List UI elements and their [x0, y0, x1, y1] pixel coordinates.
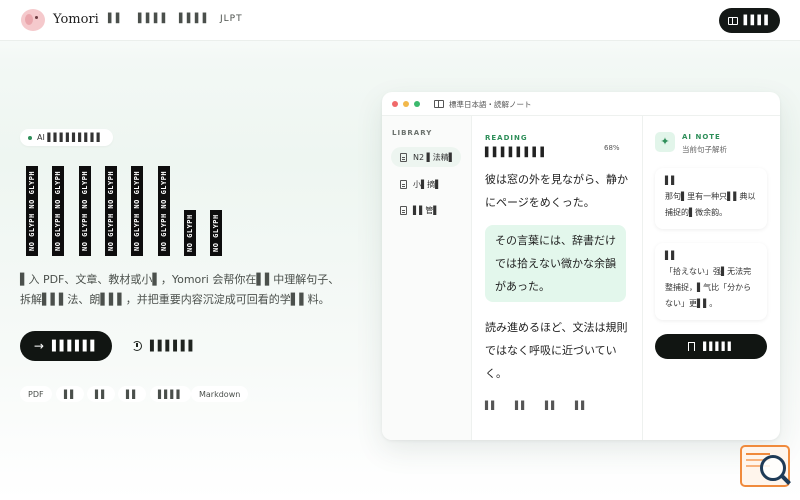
header-cta-label: ▌▌▌▌	[743, 15, 772, 26]
magnifier-icon	[760, 455, 786, 481]
note-card-body: 那句▌里有一种只▌▌典以捕捉的▌微余韵。	[665, 192, 756, 217]
save-note-button[interactable]: ▌▌▌▌▌	[655, 334, 767, 359]
headline-glyph: NO GLYPH NO GLYPH	[158, 166, 170, 256]
headline-glyph: NO GLYPH NO GLYPH	[52, 166, 64, 256]
hero-description: ▌入 PDF、文章、教材或小▌，Yomori 会帮你在▌▌中理解句子、 拆解▌▌…	[20, 270, 350, 310]
highlighted-paragraph[interactable]: その言葉には、辞書だけでは拾えない微かな余韻があった。	[485, 225, 626, 302]
book-icon	[727, 16, 738, 25]
note-card-body: 「拾えない」强▌无法完整捕捉，▌气比「分からない」更▌▌。	[665, 267, 752, 308]
reading-label: READING	[485, 134, 528, 142]
format-chip-markdown: Markdown	[191, 386, 249, 402]
elephant-logo-icon[interactable]	[21, 9, 45, 31]
ai-tag-label: AI ▌▌▌▌▌▌▌▌▌	[37, 133, 103, 142]
document-title: ▌▌▌▌▌▌▌▌	[485, 148, 549, 158]
document-icon	[400, 205, 407, 215]
format-chip: ▌▌▌▌	[150, 386, 191, 402]
headline-glyph: NO GLYPH	[184, 210, 196, 256]
ai-tag-pill: AI ▌▌▌▌▌▌▌▌▌	[20, 129, 113, 146]
arrow-right-icon: →	[33, 339, 44, 353]
headline-glyph: NO GLYPH NO GLYPH	[105, 166, 117, 256]
window-title: 標準日本語・読解ノート	[449, 100, 532, 109]
bookmark-icon	[688, 342, 696, 351]
document-icon	[400, 152, 407, 162]
secondary-cta-label: ▌▌▌▌▌▌	[150, 340, 197, 352]
nav-link-jlpt[interactable]: JLPT	[220, 14, 243, 24]
nav-link-3[interactable]: ▌▌▌▌	[179, 14, 211, 24]
reader-action-button[interactable]: ▌▌	[485, 401, 497, 410]
reader-action-button[interactable]: ▌▌	[545, 401, 557, 410]
sidebar-item-grammar[interactable]: N2 ▌法精▌	[391, 147, 461, 167]
top-nav: Yomori ▌▌ ▌▌▌▌ ▌▌▌▌ JLPT ▌▌▌▌	[0, 0, 800, 41]
app-preview-window: 標準日本語・読解ノート LIBRARY N2 ▌法精▌ 小▌摘▌ ▌▌管▌ RE…	[382, 92, 780, 440]
headline-glyph: NO GLYPH NO GLYPH	[26, 166, 38, 256]
nav-link-1[interactable]: ▌▌	[108, 14, 124, 24]
reading-paragraph[interactable]: 読み進めるほど、文法は規則ではなく呼吸に近づいていく。	[485, 316, 631, 385]
document-icon	[400, 179, 407, 189]
hero-description-line: 拆解▌▌▌法、朗▌▌▌，并把重要内容沉淀成可回看的学▌▌料。	[20, 293, 330, 306]
sidebar-item-label: 小▌摘▌	[413, 179, 442, 189]
sidebar-item-manage[interactable]: ▌▌管▌	[391, 200, 461, 220]
reading-progress: 68%	[604, 144, 620, 152]
hero-headline: NO GLYPH NO GLYPH NO GLYPH NO GLYPH NO G…	[26, 166, 236, 256]
book-icon	[434, 100, 444, 108]
library-sidebar: LIBRARY N2 ▌法精▌ 小▌摘▌ ▌▌管▌	[382, 116, 472, 440]
brand-name[interactable]: Yomori	[53, 12, 99, 27]
note-card-title: ▌▌	[665, 251, 678, 260]
ai-note-subtitle: 当前句子解析	[682, 145, 727, 154]
primary-cta-label: ▌▌▌▌▌▌	[51, 340, 99, 352]
minimize-dot-icon	[403, 101, 409, 107]
status-dot	[28, 135, 32, 140]
maximize-dot-icon	[414, 101, 420, 107]
hero-description-line: ▌入 PDF、文章、教材或小▌，Yomori 会帮你在▌▌中理解句子、	[20, 273, 340, 286]
sparkle-icon: ✦	[655, 132, 675, 152]
note-card: ▌▌ 「拾えない」强▌无法完整捕捉，▌气比「分からない」更▌▌。	[655, 243, 767, 320]
secondary-cta-button[interactable]: ▌▌▌▌▌▌	[132, 336, 196, 356]
reading-paragraph[interactable]: 彼は窓の外を見ながら、静かにページをめくった。	[485, 168, 631, 214]
format-chip: ▌▌	[118, 386, 147, 402]
window-titlebar: 標準日本語・読解ノート	[382, 92, 780, 116]
sidebar-item-excerpts[interactable]: 小▌摘▌	[391, 174, 461, 194]
note-card: ▌▌ 那句▌里有一种只▌▌典以捕捉的▌微余韵。	[655, 168, 767, 229]
headline-glyph: NO GLYPH NO GLYPH	[131, 166, 143, 256]
reader-pane: READING ▌▌▌▌▌▌▌▌ 68% 彼は窓の外を見ながら、静かにページをめ…	[472, 116, 642, 440]
format-chip-pdf: PDF	[20, 386, 52, 402]
ai-note-label: AI NOTE	[682, 133, 721, 141]
reader-action-button[interactable]: ▌▌	[515, 401, 527, 410]
sidebar-item-label: N2 ▌法精▌	[413, 152, 455, 162]
close-dot-icon	[392, 101, 398, 107]
headline-glyph: NO GLYPH NO GLYPH	[79, 166, 91, 256]
save-note-label: ▌▌▌▌▌	[703, 342, 734, 351]
reader-action-button[interactable]: ▌▌	[575, 401, 587, 410]
sidebar-item-label: ▌▌管▌	[413, 205, 440, 215]
format-chip: ▌▌	[87, 386, 116, 402]
ai-note-panel: ✦ AI NOTE 当前句子解析 ▌▌ 那句▌里有一种只▌▌典以捕捉的▌微余韵。…	[642, 116, 780, 440]
sidebar-title: LIBRARY	[392, 129, 433, 137]
headline-glyph: NO GLYPH	[210, 210, 222, 256]
history-icon	[132, 341, 142, 351]
header-cta-button[interactable]: ▌▌▌▌	[719, 8, 780, 33]
format-chip: ▌▌	[56, 386, 85, 402]
primary-cta-button[interactable]: → ▌▌▌▌▌▌	[20, 331, 112, 361]
nav-link-2[interactable]: ▌▌▌▌	[138, 14, 170, 24]
note-card-title: ▌▌	[665, 176, 678, 185]
